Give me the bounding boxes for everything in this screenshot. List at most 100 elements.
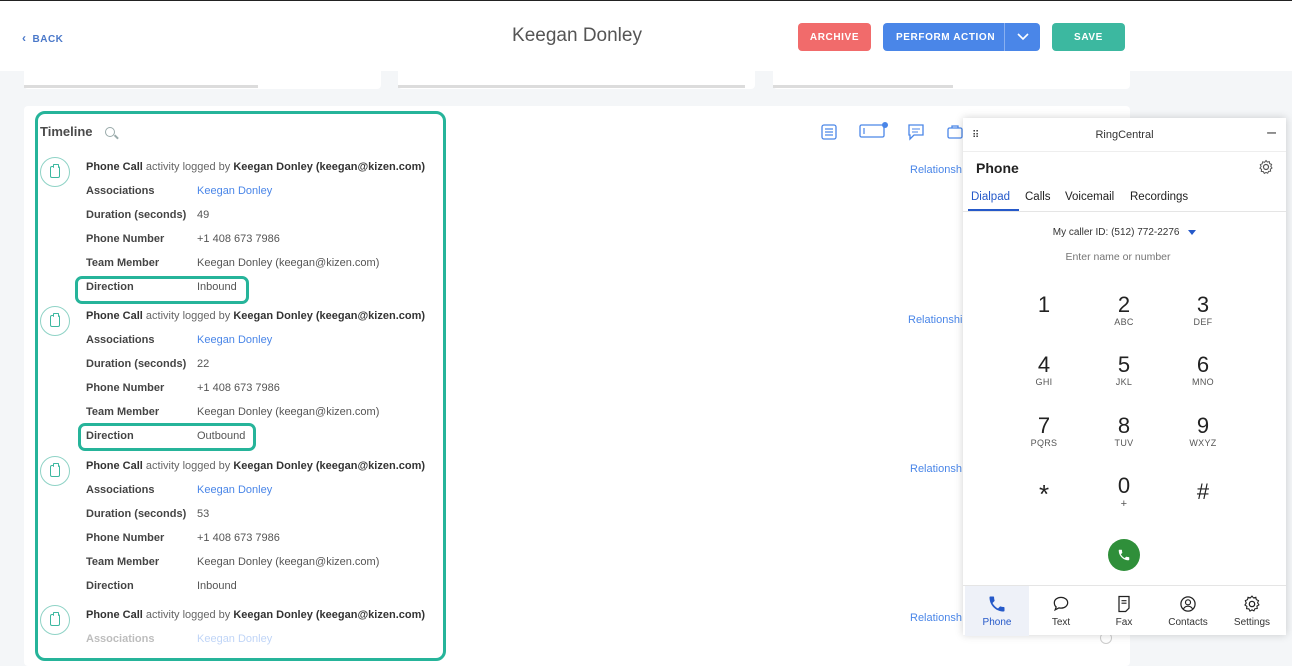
key-letters: TUV	[1114, 438, 1134, 448]
relationship-link[interactable]: Relationsh	[910, 612, 962, 624]
association-link[interactable]: Keegan Donley	[197, 334, 272, 346]
clipboard-icon	[40, 605, 70, 635]
archive-button[interactable]: ARCHIVE	[798, 23, 871, 51]
dial-key-5[interactable]: 5 JKL	[1094, 352, 1154, 388]
dial-key-4[interactable]: 4 GHI	[1014, 352, 1074, 388]
dial-key-9[interactable]: 9 WXYZ	[1173, 413, 1233, 449]
relationship-link[interactable]: Relationsh	[910, 164, 962, 176]
nav-label: Text	[1051, 617, 1071, 628]
dial-key-3[interactable]: 3 DEF	[1173, 292, 1233, 328]
key-digit: 9	[1196, 413, 1210, 438]
entry-header-middle: activity logged by	[145, 460, 231, 472]
gear-icon[interactable]	[1258, 159, 1274, 175]
key-letters: JKL	[1115, 377, 1133, 387]
row-label: Direction	[86, 430, 134, 442]
entry-header-middle: activity logged by	[145, 161, 231, 173]
perform-action-button[interactable]: PERFORM ACTION	[883, 23, 1040, 51]
row-label: Associations	[86, 484, 155, 496]
widget-tabs: Dialpad Calls Voicemail Recordings	[963, 188, 1286, 212]
dial-key-8[interactable]: 8 TUV	[1094, 414, 1154, 449]
row-value: +1 408 673 7986	[197, 233, 280, 245]
entry-type: Phone Call	[86, 609, 143, 621]
key-digit: 2	[1117, 292, 1131, 317]
nav-fax[interactable]: Fax	[1092, 586, 1156, 636]
tab-dialpad[interactable]: Dialpad	[971, 191, 1010, 203]
nav-text[interactable]: Text	[1029, 586, 1093, 636]
dial-key-7[interactable]: 7 PQRS	[1014, 413, 1074, 449]
row-label: Phone Number	[86, 382, 165, 394]
key-digit: 5	[1117, 352, 1131, 377]
phone-icon	[989, 596, 1005, 612]
dial-key-6[interactable]: 6 MNO	[1173, 352, 1233, 388]
key-digit: *	[1038, 479, 1050, 509]
row-label: Direction	[86, 281, 134, 293]
dial-key-hash[interactable]: #	[1173, 480, 1233, 504]
dial-key-2[interactable]: 2 ABC	[1094, 292, 1154, 328]
key-digit: 1	[1037, 292, 1051, 317]
nav-settings[interactable]: Settings	[1220, 586, 1284, 636]
association-link[interactable]: Keegan Donley	[197, 484, 272, 496]
row-value: 49	[197, 209, 210, 221]
row-value: Outbound	[197, 430, 246, 442]
row-value: Inbound	[197, 281, 237, 293]
list-icon[interactable]	[820, 123, 838, 141]
chevron-down-icon[interactable]	[1004, 23, 1040, 51]
row-label: Duration (seconds)	[86, 358, 187, 370]
entry-type: Phone Call	[86, 161, 143, 173]
call-button[interactable]	[1108, 539, 1140, 571]
card-divider	[24, 85, 258, 88]
row-label: Phone Number	[86, 532, 165, 544]
search-icon[interactable]	[104, 126, 115, 137]
entry-author: Keegan Donley (keegan@kizen.com)	[233, 460, 426, 472]
caller-id-label: My caller ID:	[1052, 227, 1109, 238]
key-digit: 6	[1196, 352, 1210, 377]
row-label: Team Member	[86, 556, 160, 568]
top-bar: ‹ BACK Keegan Donley ARCHIVE PERFORM ACTI…	[0, 0, 1292, 71]
tab-calls[interactable]: Calls	[1025, 191, 1051, 203]
key-letters: PQRS	[1030, 438, 1058, 448]
dial-key-0[interactable]: 0 +	[1094, 473, 1154, 511]
chat-bubble-icon	[1053, 596, 1069, 612]
association-link[interactable]: Keegan Donley	[197, 633, 272, 645]
entry-author: Keegan Donley (keegan@kizen.com)	[233, 310, 426, 322]
key-digit: 7	[1037, 413, 1051, 438]
key-letters: DEF	[1193, 317, 1213, 327]
nav-label: Phone	[982, 617, 1012, 628]
dial-key-1[interactable]: 1	[1014, 293, 1074, 317]
timeline-title: Timeline	[40, 124, 93, 139]
clipboard-icon	[40, 306, 70, 336]
briefcase-icon[interactable]	[946, 123, 964, 141]
caret-down-icon[interactable]	[1188, 229, 1197, 235]
key-digit: #	[1196, 479, 1210, 504]
row-value: Inbound	[197, 580, 237, 592]
widget-titlebar: ⠿ RingCentral –	[963, 118, 1286, 152]
ticket-icon[interactable]	[859, 122, 889, 140]
dial-key-star[interactable]: *	[1014, 479, 1074, 509]
relationship-link[interactable]: Relationsh	[910, 463, 962, 475]
key-letters: ABC	[1114, 317, 1134, 327]
row-value: 53	[197, 508, 210, 520]
widget-section-title: Phone	[976, 160, 1019, 176]
save-button[interactable]: SAVE	[1052, 23, 1125, 51]
tab-voicemail[interactable]: Voicemail	[1065, 191, 1114, 203]
active-tab-indicator	[968, 209, 1019, 211]
nav-contacts[interactable]: Contacts	[1156, 586, 1220, 636]
nav-phone[interactable]: Phone	[965, 586, 1029, 636]
settings-icon	[1244, 595, 1260, 612]
minimize-icon[interactable]: –	[1267, 124, 1276, 142]
association-link[interactable]: Keegan Donley	[197, 185, 272, 197]
row-label: Associations	[86, 633, 155, 645]
summary-card	[398, 71, 755, 89]
relationship-link[interactable]: Relationshi	[908, 314, 962, 326]
entry-header: Phone Call activity logged by Keegan Don…	[86, 609, 425, 621]
dial-input[interactable]	[1013, 251, 1223, 263]
entry-author: Keegan Donley (keegan@kizen.com)	[233, 161, 426, 173]
key-digit: 0	[1117, 473, 1131, 498]
chat-icon[interactable]	[907, 123, 925, 141]
row-value: +1 408 673 7986	[197, 382, 280, 394]
key-digit: 3	[1196, 292, 1210, 317]
key-digit: 4	[1037, 352, 1051, 377]
caller-id[interactable]: My caller ID: (512) 772-2276	[963, 227, 1286, 238]
contacts-icon	[1180, 596, 1196, 612]
tab-recordings[interactable]: Recordings	[1130, 191, 1188, 203]
